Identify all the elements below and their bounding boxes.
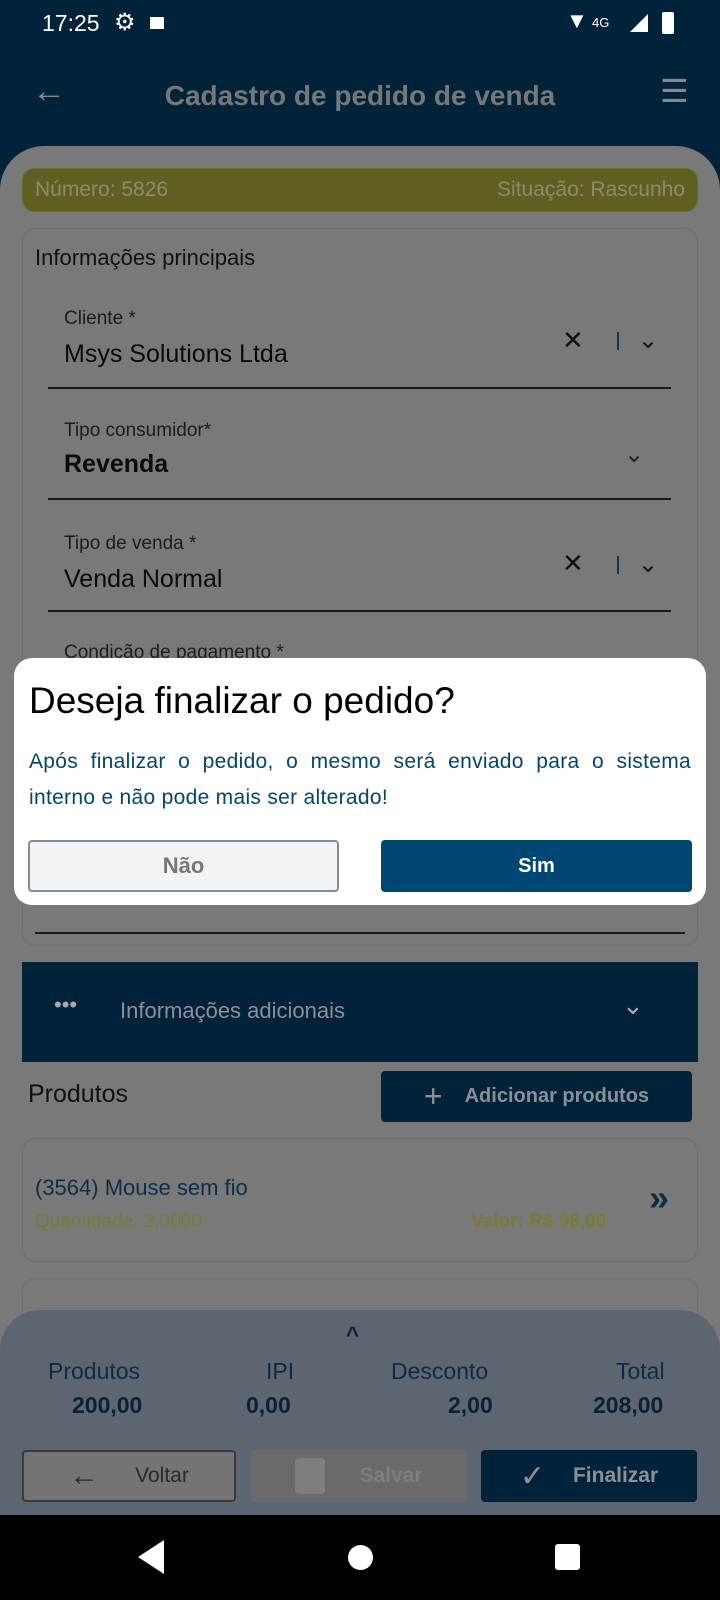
finish-button[interactable]: ✓ Finalizar	[481, 1450, 697, 1502]
total-value: 208,00	[593, 1392, 664, 1418]
additional-info-toggle[interactable]: ••• Informações adicionais ⌄	[22, 962, 698, 1062]
navigation-bar	[0, 1515, 720, 1600]
total-label: Produtos	[48, 1358, 141, 1384]
order-number: Número: 5826	[35, 178, 169, 201]
additional-info-label: Informações adicionais	[120, 998, 346, 1023]
total-label: Desconto	[391, 1358, 489, 1384]
chevron-up-icon[interactable]: ^	[346, 1322, 359, 1348]
total-label: Total	[616, 1358, 665, 1384]
confirm-dialog: Deseja finalizar o pedido? Após finaliza…	[14, 658, 706, 905]
field-underline	[48, 387, 671, 389]
list-menu-icon[interactable]: ☰	[660, 72, 689, 110]
sale-type-field[interactable]: Venda Normal	[64, 565, 222, 594]
chevron-down-icon[interactable]: ⌄	[624, 440, 644, 469]
nav-back-icon[interactable]	[138, 1540, 164, 1574]
network-label: 4G	[592, 15, 610, 30]
product-name: (3564) Mouse sem fio	[35, 1175, 248, 1200]
field-underline	[48, 610, 671, 612]
plus-icon: +	[423, 1078, 443, 1114]
products-title: Produtos	[28, 1080, 129, 1108]
client-label: Cliente *	[64, 308, 136, 329]
clear-icon[interactable]: ✕	[562, 325, 584, 356]
total-value: 2,00	[448, 1392, 493, 1418]
dialog-message: Após finalizar o pedido, o mesmo será en…	[29, 750, 691, 809]
save-icon	[295, 1458, 326, 1494]
consumer-type-label: Tipo consumidor*	[64, 420, 212, 441]
order-banner: Número: 5826 Situação: Rascunho	[22, 168, 698, 212]
dialog-title: Deseja finalizar o pedido?	[29, 680, 455, 721]
divider	[617, 332, 619, 350]
chevron-down-icon: ⌄	[622, 990, 644, 1020]
chevron-down-icon[interactable]: ⌄	[638, 550, 658, 579]
add-products-button[interactable]: + Adicionar produtos	[381, 1071, 692, 1122]
signal-icon	[630, 14, 648, 32]
totals-sheet: ^ Produtos 200,00 IPI 0,00 Desconto 2,00…	[0, 1310, 720, 1520]
total-value: 0,00	[246, 1392, 291, 1418]
nav-recents-icon[interactable]	[555, 1544, 580, 1570]
nav-home-icon[interactable]	[348, 1545, 373, 1570]
video-icon	[150, 17, 164, 29]
battery-icon	[662, 12, 674, 34]
status-bar: 17:25 ⚙ ▼ 4G	[0, 0, 720, 50]
settings-icon: ⚙	[114, 9, 136, 36]
wifi-icon: ▼	[566, 8, 588, 33]
back-button[interactable]: ← Voltar	[22, 1450, 236, 1502]
sale-type-label: Tipo de venda *	[64, 533, 197, 554]
product-value: Valor: R$ 98,00	[471, 1211, 607, 1232]
clear-icon[interactable]: ✕	[562, 548, 584, 579]
field-underline	[35, 932, 685, 934]
save-button[interactable]: Salvar	[251, 1450, 467, 1502]
page-title: Cadastro de pedido de venda	[164, 80, 556, 111]
divider	[617, 556, 619, 574]
client-field[interactable]: Msys Solutions Ltda	[64, 340, 288, 369]
section-title: Informações principais	[35, 245, 256, 270]
no-button[interactable]: Não	[28, 840, 339, 892]
field-underline	[48, 498, 671, 500]
product-quantity: Quantidade: 2,0000	[35, 1211, 202, 1232]
total-label: IPI	[266, 1358, 295, 1384]
order-status: Situação: Rascunho	[497, 178, 685, 201]
double-chevron-right-icon[interactable]: »	[649, 1177, 669, 1219]
product-item[interactable]: (3564) Mouse sem fio Quantidade: 2,0000 …	[22, 1138, 698, 1262]
more-icon: •••	[54, 992, 78, 1017]
chevron-down-icon[interactable]: ⌄	[638, 326, 658, 355]
yes-button[interactable]: Sim	[381, 840, 692, 892]
check-icon: ✓	[519, 1459, 545, 1493]
total-value: 200,00	[72, 1392, 143, 1418]
arrow-left-icon: ←	[69, 1459, 100, 1492]
clock: 17:25	[42, 10, 100, 36]
consumer-type-field[interactable]: Revenda	[64, 450, 168, 479]
